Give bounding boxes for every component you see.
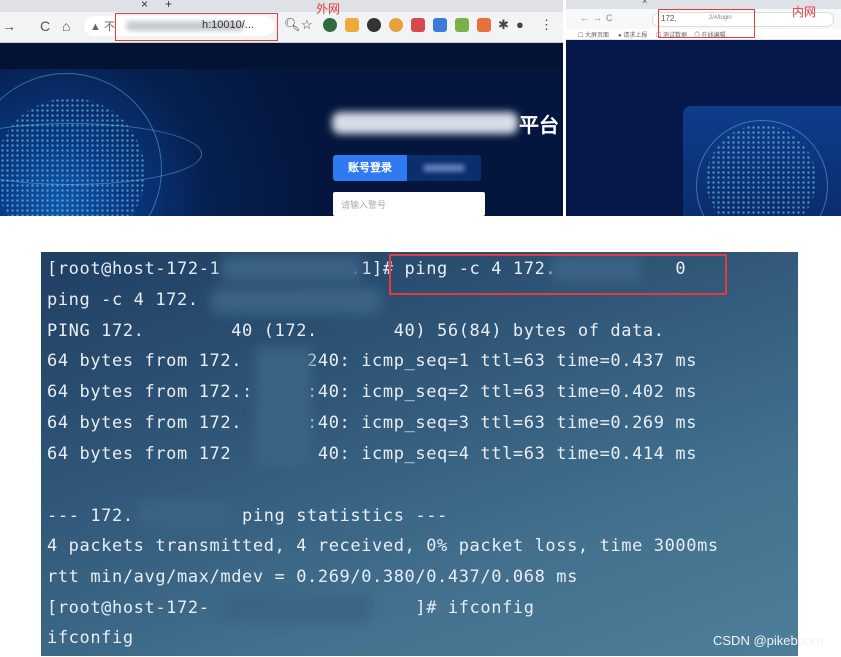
- terminal-line: --- 172. ping statistics ---: [47, 506, 448, 526]
- extension-icon[interactable]: [345, 18, 359, 32]
- bookmark-item[interactable]: ☐ 大屏页面: [578, 30, 609, 39]
- extension-icon[interactable]: [367, 18, 381, 32]
- menu-icon[interactable]: ⋮: [540, 17, 553, 33]
- badge-number-input[interactable]: 请输入警号: [333, 192, 485, 216]
- page-header-band: [0, 43, 563, 69]
- redaction-mask: [221, 256, 361, 282]
- internal-network-label: 内网: [792, 5, 817, 19]
- extension-icon[interactable]: [411, 18, 425, 32]
- ping-command-highlight-box: [389, 254, 727, 295]
- extension-icon[interactable]: [389, 18, 403, 32]
- redaction-mask: [221, 595, 371, 621]
- terminal-line: PING 172. 40 (172. 40) 56(84) bytes of d…: [47, 321, 665, 341]
- platform-title: 平台: [519, 115, 559, 137]
- star-icon[interactable]: ☆: [301, 17, 313, 33]
- forward-icon[interactable]: →: [593, 13, 602, 23]
- reload-icon[interactable]: C: [606, 13, 613, 23]
- url-highlight-box: [115, 13, 278, 41]
- terminal-line: 4 packets transmitted, 4 received, 0% pa…: [47, 536, 719, 556]
- watermark: CSDN @pikeboom: [713, 633, 824, 648]
- internal-browser-screenshot: × ← → C 172. 2/#/login ☐ 大屏页面 ● 请求上报 ☐ 测…: [566, 0, 841, 216]
- terminal-line: ifconfig: [47, 628, 134, 648]
- terminal-line: ping -c 4 172.: [47, 290, 199, 310]
- left-tab-bar: × +: [0, 0, 563, 12]
- input-placeholder: 请输入警号: [341, 200, 387, 210]
- forward-icon[interactable]: →: [2, 18, 16, 34]
- reload-icon[interactable]: C: [40, 18, 50, 34]
- tab-close-icon[interactable]: ×: [141, 0, 148, 11]
- profile-icon[interactable]: ●: [516, 17, 524, 32]
- tab-other-login[interactable]: [423, 164, 465, 172]
- left-toolbar: → C ⌂ ▲ 不 h:10010/... 🔍︎ ☆ ✱ ● ⋮: [0, 12, 563, 43]
- login-tabs: 账号登录: [333, 155, 481, 181]
- external-browser-screenshot: × + → C ⌂ ▲ 不 h:10010/... 🔍︎ ☆ ✱ ● ⋮ 平台 …: [0, 0, 563, 216]
- terminal-window: [root@host-172-1 .1]# ping -c 4 172. 0 p…: [41, 252, 798, 656]
- external-network-label: 外网: [316, 2, 341, 16]
- terminal-line: 64 bytes from 172. :40: icmp_seq=3 ttl=6…: [47, 413, 698, 433]
- redaction-mask: [139, 502, 229, 528]
- terminal-line: 64 bytes from 172 40: icmp_seq=4 ttl=63 …: [47, 444, 698, 464]
- bookmark-item[interactable]: ● 请求上报: [618, 30, 647, 39]
- extension-icon[interactable]: [433, 18, 447, 32]
- back-icon[interactable]: ←: [580, 13, 589, 23]
- orbit-ring: [0, 123, 202, 185]
- search-icon[interactable]: 🔍︎: [284, 17, 301, 33]
- url-highlight-box: [658, 9, 755, 38]
- security-indicator[interactable]: ▲ 不: [90, 18, 115, 34]
- terminal-line: 64 bytes from 172.: :40: icmp_seq=2 ttl=…: [47, 382, 698, 402]
- tab-account-login[interactable]: 账号登录: [333, 155, 407, 181]
- extension-icon[interactable]: [323, 18, 337, 32]
- redacted-platform-name: [332, 112, 518, 134]
- terminal-line: 64 bytes from 172. 240: icmp_seq=1 ttl=6…: [47, 351, 698, 371]
- redaction-mask: [211, 288, 381, 314]
- extension-icon[interactable]: [455, 18, 469, 32]
- tab-close-icon[interactable]: ×: [642, 0, 647, 6]
- extension-icon[interactable]: [477, 18, 491, 32]
- login-page: [566, 40, 841, 216]
- home-icon[interactable]: ⌂: [62, 18, 70, 34]
- terminal-line: rtt min/avg/max/mdev = 0.269/0.380/0.437…: [47, 567, 578, 587]
- new-tab-icon[interactable]: +: [165, 0, 172, 11]
- redaction-mask: [256, 347, 311, 467]
- puzzle-icon[interactable]: ✱: [498, 17, 509, 33]
